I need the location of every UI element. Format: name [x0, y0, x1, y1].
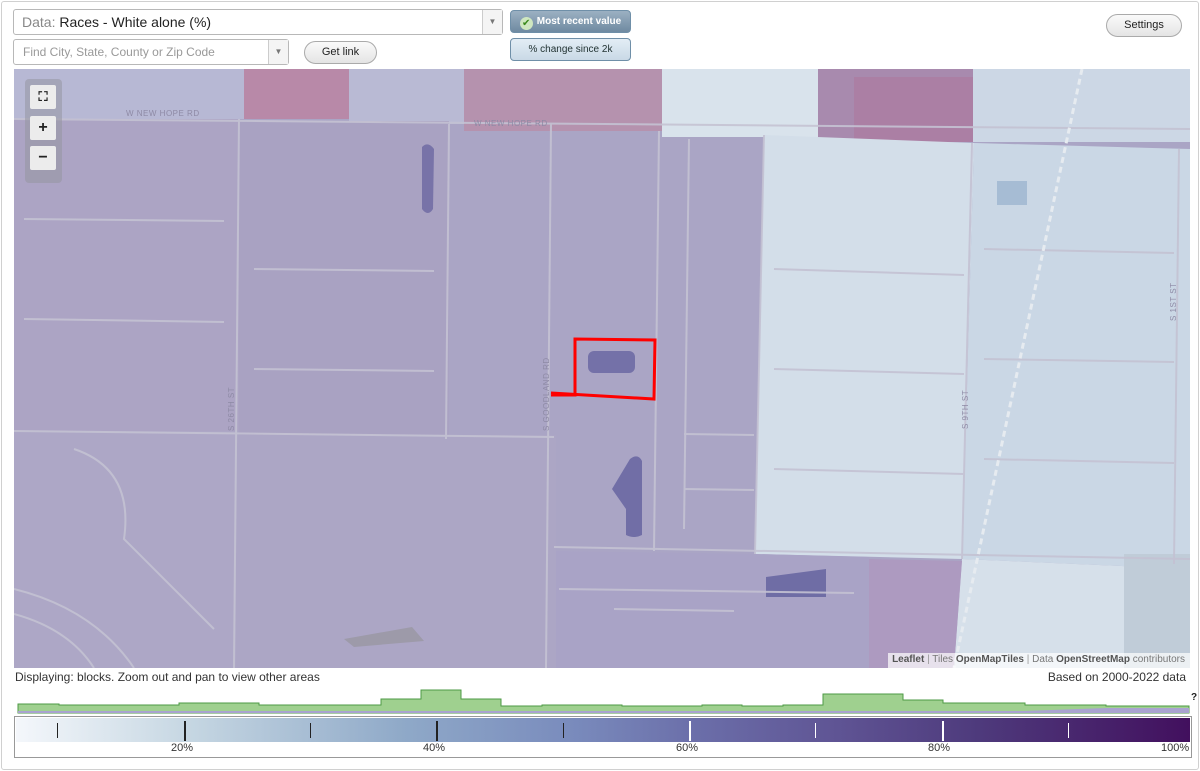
openmaptiles-link[interactable]: OpenMapTiles — [956, 654, 1024, 665]
road-label-s-26th-st: S 26TH ST — [227, 386, 236, 431]
change-since-toggle[interactable]: % change since 2k — [510, 38, 631, 61]
data-select-value: Races - White alone (%) — [59, 14, 212, 30]
road-label-w-new-hope-rd-center: W NEW HOPE RD — [474, 119, 548, 128]
display-status: Displaying: blocks. Zoom out and pan to … — [15, 670, 320, 684]
legend-label-100: 100% — [1161, 742, 1190, 754]
legend-tick — [942, 721, 944, 741]
road-label-s-1st-st: S 1ST ST — [1169, 282, 1178, 321]
location-search[interactable]: ▼ — [13, 39, 289, 65]
legend-tick — [436, 721, 438, 741]
chevron-down-icon[interactable]: ▼ — [268, 40, 288, 64]
map[interactable]: W NEW HOPE RD W NEW HOPE RD S 26TH ST S … — [14, 69, 1190, 668]
legend-label-40: 40% — [423, 742, 446, 754]
data-select[interactable]: Data: Races - White alone (%) ▼ — [13, 9, 503, 35]
legend-tick — [563, 723, 564, 738]
road-label-s-9th-st: S 9TH ST — [961, 389, 970, 429]
distribution-histogram — [17, 689, 1190, 714]
color-scale-bar — [16, 718, 1190, 742]
legend-tick — [689, 721, 691, 741]
fullscreen-icon[interactable]: ⛶ — [30, 85, 56, 109]
color-legend: 20% 40% 60% 80% 100% — [14, 716, 1192, 758]
most-recent-toggle[interactable]: ✔ Most recent value — [510, 10, 631, 33]
data-range-note: Based on 2000-2022 data — [1047, 670, 1186, 684]
leaflet-link[interactable]: Leaflet — [892, 654, 924, 665]
settings-button[interactable]: Settings — [1106, 14, 1182, 37]
legend-label-80: 80% — [928, 742, 951, 754]
openstreetmap-link[interactable]: OpenStreetMap — [1056, 654, 1130, 665]
app-frame: Data: Races - White alone (%) ▼ ▼ Get li… — [1, 1, 1199, 770]
zoom-control: ⛶ + − — [25, 79, 62, 183]
legend-tick — [310, 723, 311, 738]
get-link-button[interactable]: Get link — [304, 41, 377, 64]
legend-label-20: 20% — [171, 742, 194, 754]
check-icon: ✔ — [519, 17, 533, 30]
zoom-out-button[interactable]: − — [30, 146, 56, 170]
road-label-w-new-hope-rd-west: W NEW HOPE RD — [126, 109, 200, 118]
legend-tick — [57, 723, 58, 738]
legend-tick — [184, 721, 186, 741]
data-select-prefix: Data: — [22, 14, 56, 30]
map-attribution: Leaflet | Tiles OpenMapTiles | Data Open… — [888, 653, 1190, 668]
zoom-in-button[interactable]: + — [30, 116, 56, 140]
chevron-down-icon[interactable]: ▼ — [482, 10, 502, 34]
legend-label-60: 60% — [676, 742, 699, 754]
location-search-input[interactable] — [14, 40, 268, 64]
legend-tick — [1068, 723, 1069, 738]
map-tiles — [14, 69, 1190, 668]
road-label-s-goodland-rd: S GOODLAND RD — [542, 357, 551, 431]
legend-tick — [815, 723, 816, 738]
help-icon[interactable]: ? — [1191, 692, 1197, 703]
most-recent-label: Most recent value — [536, 16, 622, 27]
